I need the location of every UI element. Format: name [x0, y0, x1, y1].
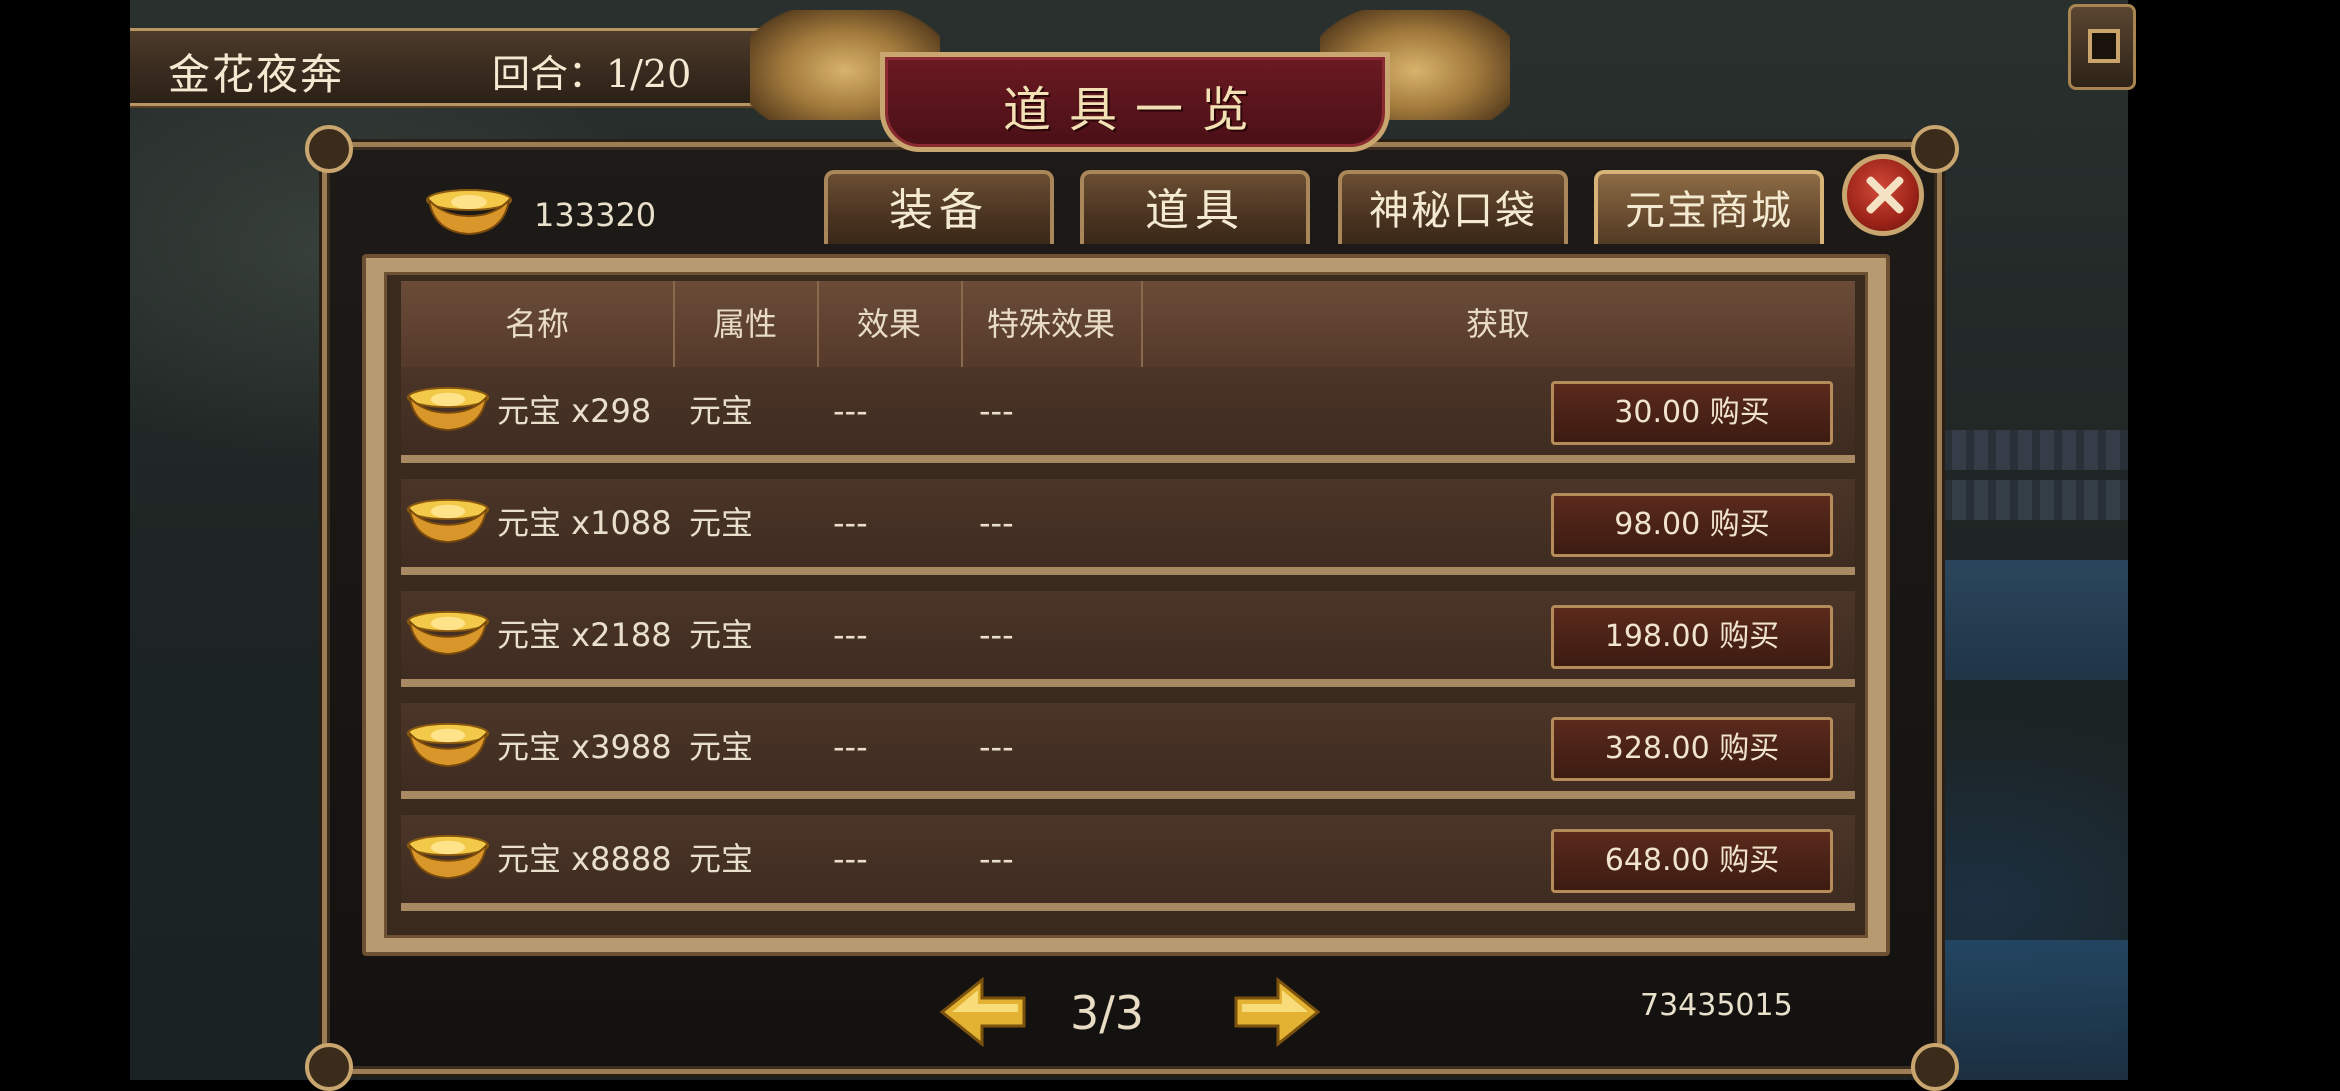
window-icon — [2088, 29, 2120, 63]
corner-ornament — [1911, 1043, 1959, 1091]
item-attribute: 元宝 — [689, 728, 754, 766]
fortress-wall — [1930, 430, 2128, 470]
item-effect: --- — [833, 392, 868, 430]
title-plaque: 道具一览 — [750, 10, 1510, 152]
gold-ingot-icon — [406, 723, 490, 767]
tab-ingot-shop[interactable]: 元宝商城 — [1594, 170, 1824, 244]
corner-ornament — [305, 1043, 353, 1091]
item-special-effect: --- — [979, 728, 1014, 766]
item-special-effect: --- — [979, 840, 1014, 878]
item-attribute: 元宝 — [689, 840, 754, 878]
close-icon[interactable] — [1842, 154, 1924, 236]
table-row: 元宝 x2188 元宝 --- --- 198.00 购买 — [401, 591, 1855, 687]
item-attribute: 元宝 — [689, 616, 754, 654]
item-attribute: 元宝 — [689, 504, 754, 542]
item-effect: --- — [833, 616, 868, 654]
header-attribute: 属性 — [673, 281, 819, 367]
buy-button[interactable]: 328.00 购买 — [1551, 717, 1833, 781]
currency-balance: 133320 — [534, 196, 657, 234]
buy-button[interactable]: 198.00 购买 — [1551, 605, 1833, 669]
table-row: 元宝 x3988 元宝 --- --- 328.00 购买 — [401, 703, 1855, 799]
item-effect: --- — [833, 840, 868, 878]
player-id: 73435015 — [1640, 988, 1793, 1023]
table-header: 名称 属性 效果 特殊效果 获取 — [401, 281, 1855, 370]
item-name: 元宝 x2188 — [497, 616, 672, 654]
item-attribute: 元宝 — [689, 392, 754, 430]
fortress-tower — [1930, 940, 2128, 1080]
page-indicator: 3/3 — [1070, 986, 1145, 1040]
buy-button[interactable]: 98.00 购买 — [1551, 493, 1833, 557]
gold-ingot-icon — [426, 189, 512, 236]
header-acquire: 获取 — [1465, 305, 1530, 343]
table-row: 元宝 x298 元宝 --- --- 30.00 购买 — [401, 367, 1855, 463]
panel-title: 道具一览 — [1002, 82, 1267, 138]
table-row: 元宝 x8888 元宝 --- --- 648.00 购买 — [401, 815, 1855, 911]
table-row: 元宝 x1088 元宝 --- --- 98.00 购买 — [401, 479, 1855, 575]
item-special-effect: --- — [979, 504, 1014, 542]
item-table-frame: 名称 属性 效果 特殊效果 获取 元宝 x298 元宝 --- --- 30.0… — [362, 254, 1890, 956]
minimize-menu-button[interactable] — [2068, 4, 2136, 90]
item-name: 元宝 x8888 — [497, 840, 672, 878]
header-effect: 效果 — [817, 281, 963, 367]
item-special-effect: --- — [979, 392, 1014, 430]
header-name: 名称 — [401, 281, 675, 367]
item-name: 元宝 x3988 — [497, 728, 672, 766]
item-name: 元宝 x1088 — [497, 504, 672, 542]
gold-ingot-icon — [406, 611, 490, 655]
stage-name: 金花夜奔 — [168, 50, 345, 99]
item-name: 元宝 x298 — [497, 392, 652, 430]
item-special-effect: --- — [979, 616, 1014, 654]
gold-ingot-icon — [406, 835, 490, 879]
gold-ingot-icon — [406, 387, 490, 431]
tab-equipment[interactable]: 装备 — [824, 170, 1054, 244]
buy-button[interactable]: 30.00 购买 — [1551, 381, 1833, 445]
tab-items[interactable]: 道具 — [1080, 170, 1310, 244]
round-counter: 回合：1/20 — [492, 52, 692, 96]
arrow-right-icon[interactable] — [1232, 976, 1322, 1048]
item-table: 名称 属性 效果 特殊效果 获取 元宝 x298 元宝 --- --- 30.0… — [384, 272, 1868, 938]
corner-ornament — [1911, 125, 1959, 173]
arrow-left-icon[interactable] — [938, 976, 1028, 1048]
tab-mystery-bag[interactable]: 神秘口袋 — [1338, 170, 1568, 244]
item-effect: --- — [833, 504, 868, 542]
header-special-effect: 特殊效果 — [961, 281, 1143, 367]
fortress-tower — [1930, 560, 2128, 680]
buy-button[interactable]: 648.00 购买 — [1551, 829, 1833, 893]
fortress-wall — [1930, 480, 2128, 520]
gold-ingot-icon — [406, 499, 490, 543]
stage-banner: 金花夜奔 回合：1/20 — [130, 28, 790, 106]
corner-ornament — [305, 125, 353, 173]
item-effect: --- — [833, 728, 868, 766]
